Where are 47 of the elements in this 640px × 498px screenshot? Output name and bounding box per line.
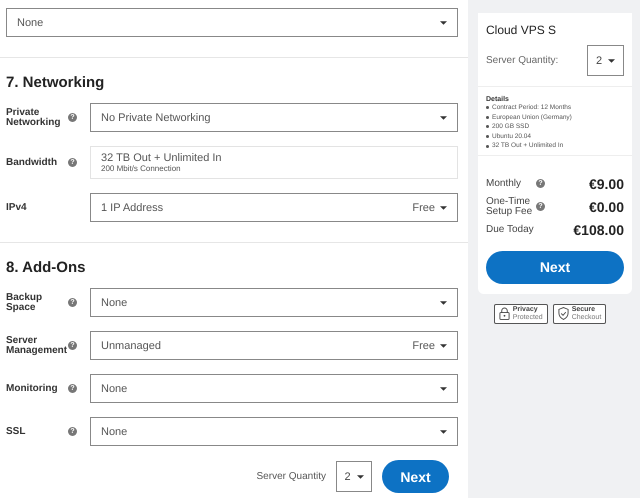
quantity-label: Server Quantity:	[486, 55, 558, 66]
select-field[interactable]: None	[6, 8, 458, 37]
total-label: Monthly	[486, 178, 522, 189]
caret-icon	[608, 58, 616, 62]
caret-icon	[440, 116, 447, 120]
bullet-icon	[486, 135, 489, 138]
select-field[interactable]: 1 IP Address Free	[90, 193, 458, 222]
bullet-icon	[486, 116, 489, 119]
quantity-select[interactable]: 2	[336, 461, 372, 492]
caret-icon	[440, 300, 447, 304]
field-label: SSL	[6, 426, 26, 436]
section-heading: 7. Networking	[6, 74, 106, 91]
field-label: Monitoring	[6, 384, 59, 394]
select-field[interactable]: None	[90, 374, 458, 403]
next-button[interactable]: Next	[382, 460, 449, 493]
caret-icon	[440, 20, 447, 24]
total-amount: €0.00	[588, 198, 624, 215]
field-value: 32 TB Out + Unlimited In	[101, 152, 223, 164]
bullet-icon	[486, 106, 489, 110]
caret-icon	[440, 386, 447, 390]
bullet-icon	[486, 144, 489, 148]
caret-icon	[440, 344, 447, 348]
product-name: Cloud VPS S	[486, 23, 558, 37]
caret-icon	[440, 430, 447, 434]
total-amount: €9.00	[588, 176, 624, 192]
caret-icon	[356, 474, 364, 478]
field-label: Private Networking	[6, 108, 62, 128]
bullet-icon	[486, 125, 489, 128]
field-label: IPv4	[6, 202, 28, 212]
shield-check-icon	[558, 307, 569, 320]
quantity-select[interactable]: 2	[587, 45, 624, 76]
total-label: One-Time Setup Fee	[486, 196, 534, 217]
quantity-label: Server Quantity	[256, 471, 326, 482]
field-label: Server Management	[6, 336, 68, 356]
total-label: Due Today	[486, 224, 535, 235]
caret-icon	[440, 206, 447, 210]
select-field[interactable]: Unmanaged Free	[90, 331, 458, 360]
select-field[interactable]: No Private Networking	[90, 103, 458, 132]
section-heading: 8. Add-Ons	[6, 259, 86, 276]
field-label: Backup Space	[6, 292, 44, 312]
next-button[interactable]: Next	[486, 250, 624, 284]
field-note: 200 Mbit/s Connection	[101, 164, 182, 173]
select-field[interactable]: None	[90, 417, 458, 446]
padlock-icon	[498, 307, 510, 320]
select-field[interactable]: None	[90, 288, 458, 317]
field-label: Bandwidth	[6, 158, 58, 168]
total-amount: €108.00	[572, 222, 624, 238]
